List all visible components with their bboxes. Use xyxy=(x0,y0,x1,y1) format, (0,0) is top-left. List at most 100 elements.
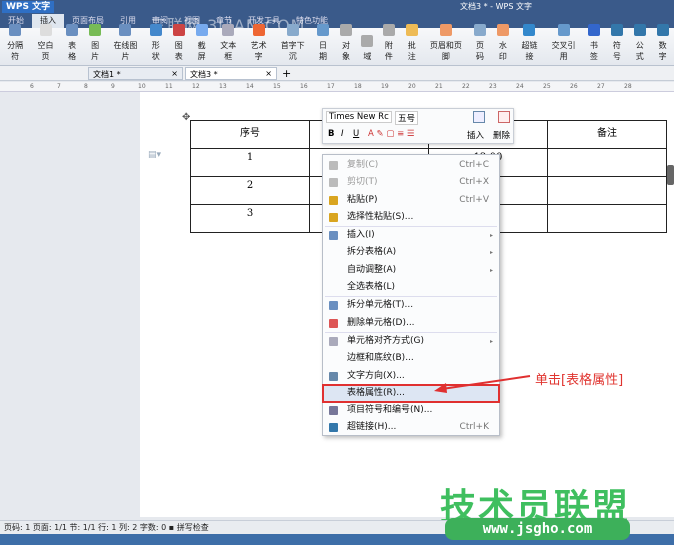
ribbon-button[interactable]: 书签 xyxy=(582,24,605,65)
ribbon-button[interactable]: 附件 xyxy=(377,24,400,65)
menu-item-label: 单元格对齐方式(G) xyxy=(347,335,424,346)
paste-special-icon xyxy=(329,212,338,222)
table-cell[interactable]: 3 xyxy=(190,204,310,233)
ribbon-icon xyxy=(439,24,452,36)
ruler-mark: 11 xyxy=(165,83,173,90)
ribbon-icon xyxy=(473,24,486,36)
ribbon-button[interactable]: 图片 xyxy=(84,24,107,65)
ribbon-label: 形状 xyxy=(151,41,160,61)
doc-tab-label: 文档3 * xyxy=(190,70,218,79)
ribbon-button[interactable]: 表格 xyxy=(61,24,84,65)
menu-item[interactable]: 边框和底纹(B)... xyxy=(323,350,499,367)
ruler-mark: 20 xyxy=(408,83,416,90)
ribbon-button[interactable]: 符号 xyxy=(605,24,628,65)
ribbon-label: 分隔符 xyxy=(7,41,24,61)
menu-item[interactable]: 项目符号和编号(N)... xyxy=(323,402,499,419)
menu-item[interactable]: 删除单元格(D)... xyxy=(323,315,499,332)
ribbon-button[interactable]: 图表 xyxy=(167,24,190,65)
bold-button[interactable]: B xyxy=(328,129,334,139)
menu-item[interactable]: 粘贴(P) Ctrl+V xyxy=(323,192,499,209)
ribbon-icon xyxy=(656,24,669,36)
ribbon-button[interactable]: 数字 xyxy=(651,24,674,65)
ribbon-button[interactable]: 首字下沉 xyxy=(274,24,312,65)
menu-item[interactable]: 拆分单元格(T)... xyxy=(323,297,499,314)
menu-item[interactable]: 插入(I) ▸ xyxy=(323,227,499,244)
insert-button[interactable]: 插入 xyxy=(467,129,484,141)
ruler-mark: 22 xyxy=(462,83,470,90)
close-icon[interactable]: × xyxy=(171,69,178,78)
table-header-cell[interactable]: 序号 xyxy=(190,120,310,149)
menu-item[interactable]: 复制(C) Ctrl+C xyxy=(323,157,499,174)
menu-item[interactable]: 选择性粘贴(S)... xyxy=(323,209,499,226)
ribbon-button[interactable]: 形状 xyxy=(144,24,167,65)
ribbon-button[interactable]: 页码 xyxy=(468,24,491,65)
font-color-icon[interactable]: A ✎ ▢ ≡ ☰ xyxy=(368,129,415,139)
new-tab-icon[interactable]: + xyxy=(282,67,291,80)
ribbon-icon xyxy=(286,24,299,36)
ribbon-label: 空白页 xyxy=(37,41,54,61)
ruler-mark: 21 xyxy=(435,83,443,90)
table-cell[interactable] xyxy=(547,176,667,205)
ribbon-button[interactable]: 交叉引用 xyxy=(545,24,583,65)
ribbon-button[interactable]: 艺术字 xyxy=(243,24,273,65)
size-select[interactable]: 五号 xyxy=(395,111,419,125)
font-select[interactable]: Times New Rc xyxy=(326,111,392,123)
menu-item[interactable]: 全选表格(L) xyxy=(323,279,499,296)
watermark-url: www.jsgho.com xyxy=(445,518,630,540)
ribbon-button[interactable]: 超链接 xyxy=(514,24,544,65)
doc-tab-1[interactable]: 文档1 * × xyxy=(88,67,183,80)
ribbon-button[interactable]: 日期 xyxy=(312,24,335,65)
table-cell[interactable] xyxy=(547,204,667,233)
underline-button[interactable]: U xyxy=(353,129,359,139)
ribbon-button[interactable]: 水印 xyxy=(491,24,514,65)
italic-button[interactable]: I xyxy=(341,129,344,139)
ribbon-button[interactable]: 公式 xyxy=(628,24,651,65)
table-cell[interactable] xyxy=(547,148,667,177)
ribbon-button[interactable]: 域 xyxy=(357,35,377,65)
menu-item[interactable]: 拆分表格(A) ▸ xyxy=(323,244,499,261)
ruler-mark: 16 xyxy=(300,83,308,90)
ruler[interactable]: 6 7 8 9 10 11 12 13 14 15 16 17 18 19 20 21 22 23 24 25 26 27… xyxy=(0,82,674,92)
menu-item-label: 拆分表格(A) xyxy=(347,247,397,258)
ribbon-button[interactable]: 页眉和页脚 xyxy=(423,24,468,65)
table-insert-icon xyxy=(329,231,338,241)
document-tabs: 文档1 * × 文档3 * × + xyxy=(0,66,674,81)
ruler-mark: 19 xyxy=(381,83,389,90)
ruler-mark: 24 xyxy=(516,83,524,90)
menu-item[interactable]: 自动调整(A) ▸ xyxy=(323,262,499,279)
annotation-text: 单击[表格属性] xyxy=(535,373,624,388)
add-column-handle[interactable] xyxy=(667,165,674,185)
title-bar: WPS 文字 文档3 * - WPS 文字 xyxy=(0,0,674,14)
ribbon-label: 艺术字 xyxy=(250,41,267,61)
ribbon-icon xyxy=(9,24,22,36)
ribbon-button[interactable]: 批注 xyxy=(400,24,423,65)
delete-button[interactable]: 删除 xyxy=(493,129,510,141)
ribbon-icon xyxy=(39,24,52,36)
table-cell[interactable]: 2 xyxy=(190,176,310,205)
ribbon-button[interactable]: 文本框 xyxy=(213,24,243,65)
table-cell[interactable]: 1 xyxy=(190,148,310,177)
table-header-cell[interactable]: 备注 xyxy=(547,120,667,149)
copy-icon xyxy=(329,161,338,170)
doc-tab-3[interactable]: 文档3 * × xyxy=(185,67,277,80)
ribbon-button[interactable]: 截屏 xyxy=(190,24,213,65)
paragraph-icon[interactable]: ▤▾ xyxy=(148,150,161,160)
ribbon-button[interactable]: 对象 xyxy=(335,24,358,65)
wps-menu-button[interactable]: WPS 文字 xyxy=(2,1,55,13)
ribbon-button[interactable]: 分隔符 xyxy=(0,24,30,65)
ribbon-icon xyxy=(149,24,162,36)
menu-shortcut: Ctrl+X xyxy=(459,177,489,188)
menu-item[interactable]: 剪切(T) Ctrl+X xyxy=(323,174,499,191)
insert-table-icon[interactable] xyxy=(473,111,485,123)
menu-item[interactable]: 超链接(H)... Ctrl+K xyxy=(323,419,499,436)
delete-table-icon[interactable] xyxy=(498,111,510,123)
text-direction-icon xyxy=(329,371,338,381)
ribbon-icon xyxy=(633,24,646,36)
close-icon[interactable]: × xyxy=(265,69,272,78)
ribbon-button[interactable]: 空白页 xyxy=(30,24,60,65)
menu-item[interactable]: 单元格对齐方式(G) ▸ xyxy=(323,333,499,350)
ribbon-button[interactable]: 在线图片 xyxy=(107,24,145,65)
ribbon-icon xyxy=(252,24,265,36)
ribbon-icon xyxy=(587,24,600,36)
ribbon-label: 水印 xyxy=(498,41,507,61)
